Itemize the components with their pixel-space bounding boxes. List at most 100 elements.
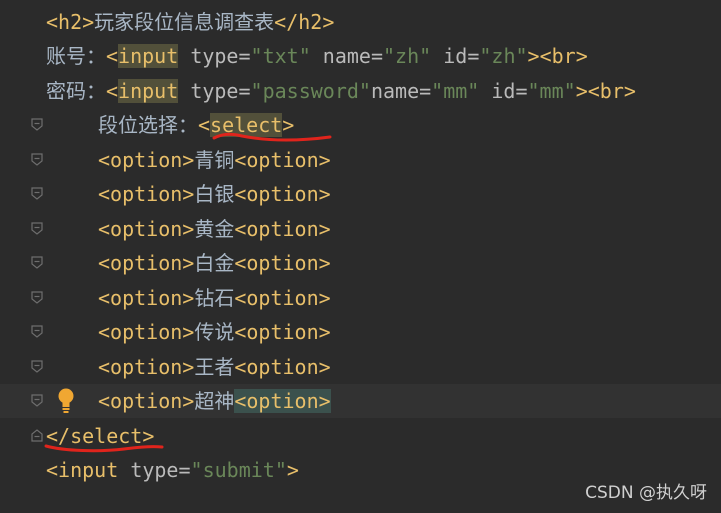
tag-input: input xyxy=(118,44,179,68)
tag-bracket: < xyxy=(106,44,119,68)
label-text: 段位选择： xyxy=(98,113,198,137)
tag-input: input xyxy=(118,79,179,103)
code-line[interactable]: <option>传说<option> xyxy=(0,315,721,349)
tag-option-open: <option> xyxy=(98,355,195,379)
label-text: 密码： xyxy=(46,79,106,103)
fold-marker-icon[interactable] xyxy=(31,256,43,269)
code-line[interactable]: 密码：<input type="password"name="mm" id="m… xyxy=(0,74,721,108)
code-line-content: <option>钻石<option> xyxy=(98,281,331,315)
code-line-content: <option>黄金<option> xyxy=(98,212,331,246)
fold-marker-icon[interactable] xyxy=(31,429,43,442)
tag-option-open: <option> xyxy=(98,320,195,344)
option-text: 超神 xyxy=(194,389,235,413)
tag-option-open: <option> xyxy=(98,251,195,275)
tag-option-open: <option> xyxy=(98,286,195,310)
label-text: 账号： xyxy=(46,44,106,68)
value-name: "zh" xyxy=(383,44,432,68)
tag-option-close: <option> xyxy=(234,217,331,241)
fold-marker-icon[interactable] xyxy=(31,394,43,407)
value-type: "txt" xyxy=(250,44,311,68)
tag-bracket: < xyxy=(106,79,119,103)
option-text: 黄金 xyxy=(194,217,235,241)
code-line[interactable]: <option>青铜<option> xyxy=(0,143,721,177)
code-line[interactable]: 账号：<input type="txt" name="zh" id="zh"><… xyxy=(0,39,721,73)
code-line-content: <option>白银<option> xyxy=(98,177,331,211)
code-line[interactable]: <option>钻石<option> xyxy=(0,281,721,315)
tag-option-close: <option> xyxy=(234,389,331,413)
lightbulb-icon[interactable] xyxy=(56,386,76,414)
code-line-content: <option>青铜<option> xyxy=(98,143,331,177)
attr-id: id= xyxy=(491,79,528,103)
tag-br: <br> xyxy=(539,44,588,68)
tag-option-open: <option> xyxy=(98,389,195,413)
attr-name: name= xyxy=(322,44,384,68)
fold-marker-icon[interactable] xyxy=(31,153,43,166)
value-type: "password" xyxy=(250,79,371,103)
tag-option-close: <option> xyxy=(234,182,331,206)
option-text: 王者 xyxy=(194,355,235,379)
value-id: "zh" xyxy=(479,44,528,68)
code-line-current[interactable]: <option>超神<option> xyxy=(0,384,721,418)
attr-name: name= xyxy=(370,79,432,103)
fold-marker-icon[interactable] xyxy=(31,222,43,235)
option-text: 白银 xyxy=(194,182,235,206)
code-line-content: <h2>玩家段位信息调查表</h2> xyxy=(46,5,334,39)
fold-marker-icon[interactable] xyxy=(31,118,43,131)
attr-type: type= xyxy=(190,44,251,68)
fold-marker-icon[interactable] xyxy=(31,187,43,200)
code-editor[interactable]: <h2>玩家段位信息调查表</h2> 账号：<input type="txt" … xyxy=(0,0,721,513)
code-line-content: <option>传说<option> xyxy=(98,315,331,349)
fold-marker-icon[interactable] xyxy=(31,291,43,304)
red-underline-annotation xyxy=(212,132,332,142)
tag-option-close: <option> xyxy=(234,286,331,310)
fold-marker-icon[interactable] xyxy=(31,325,43,338)
code-line[interactable]: <option>白金<option> xyxy=(0,246,721,280)
tag-bracket: > xyxy=(286,458,299,482)
tag-bracket: > xyxy=(527,44,540,68)
tag-bracket: < xyxy=(198,113,211,137)
tag-bracket: > xyxy=(575,79,588,103)
tag-br: <br> xyxy=(587,79,636,103)
code-line[interactable]: <h2>玩家段位信息调查表</h2> xyxy=(0,5,721,39)
code-line-content: <option>超神<option> xyxy=(98,384,331,418)
option-text: 青铜 xyxy=(194,148,235,172)
tag-option-close: <option> xyxy=(234,251,331,275)
tag-option-open: <option> xyxy=(98,217,195,241)
code-line[interactable]: <option>王者<option> xyxy=(0,350,721,384)
red-underline-annotation xyxy=(44,444,164,453)
option-text: 白金 xyxy=(194,251,235,275)
code-line-content: 密码：<input type="password"name="mm" id="m… xyxy=(46,74,636,108)
value-type: "submit" xyxy=(190,458,287,482)
tag-bracket: < xyxy=(46,458,59,482)
code-line[interactable]: <option>白银<option> xyxy=(0,177,721,211)
heading-text: 玩家段位信息调查表 xyxy=(94,10,275,34)
tag-option-open: <option> xyxy=(98,182,195,206)
tag-option-open: <option> xyxy=(98,148,195,172)
fold-marker-icon[interactable] xyxy=(31,360,43,373)
code-line[interactable]: <option>黄金<option> xyxy=(0,212,721,246)
tag-option-close: <option> xyxy=(234,148,331,172)
value-name: "mm" xyxy=(431,79,480,103)
attr-id: id= xyxy=(443,44,480,68)
tag-input: input xyxy=(58,458,119,482)
option-text: 传说 xyxy=(194,320,235,344)
code-line[interactable]: 段位选择：<select> xyxy=(0,108,721,142)
tag-option-close: <option> xyxy=(234,320,331,344)
code-line-content: <option>王者<option> xyxy=(98,350,331,384)
value-id: "mm" xyxy=(527,79,576,103)
tag-h2-open: <h2> xyxy=(46,10,95,34)
code-line-content: 账号：<input type="txt" name="zh" id="zh"><… xyxy=(46,39,588,73)
attr-type: type= xyxy=(130,458,191,482)
code-line-content: <input type="submit"> xyxy=(46,453,299,487)
attr-type: type= xyxy=(190,79,251,103)
option-text: 钻石 xyxy=(194,286,235,310)
tag-option-close: <option> xyxy=(234,355,331,379)
tag-h2-close: </h2> xyxy=(274,10,335,34)
csdn-watermark: CSDN @执久呀 xyxy=(585,483,707,503)
